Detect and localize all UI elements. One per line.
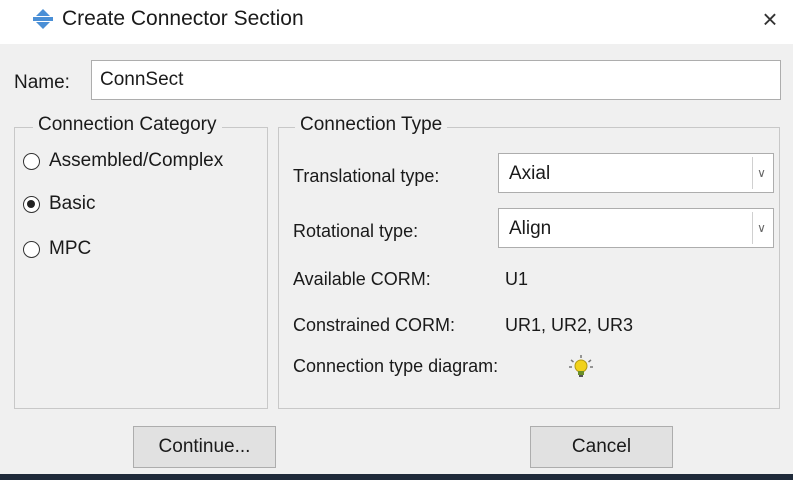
close-button[interactable]: × bbox=[755, 4, 785, 34]
cancel-button[interactable]: Cancel bbox=[530, 426, 673, 468]
available-corm-value: U1 bbox=[505, 269, 529, 289]
name-label: Name: bbox=[14, 72, 70, 93]
radio-label: Basic bbox=[49, 193, 96, 214]
connection-category-title: Connection Category bbox=[33, 114, 222, 136]
translational-type-label: Translational type: bbox=[293, 166, 440, 186]
translational-type-select[interactable]: Axial ∨ bbox=[498, 153, 774, 193]
connection-category-group: Connection Category Assembled/Complex Ba… bbox=[14, 114, 268, 409]
radio-button[interactable] bbox=[23, 152, 40, 170]
diagram-label: Connection type diagram: bbox=[293, 356, 499, 376]
radio-label: MPC bbox=[49, 238, 92, 259]
connection-type-title: Connection Type bbox=[295, 114, 448, 136]
radio-assembled-complex[interactable]: Assembled/Complex bbox=[23, 150, 223, 172]
rotational-type-select[interactable]: Align ∨ bbox=[498, 208, 774, 248]
radio-basic[interactable]: Basic bbox=[23, 193, 95, 215]
rotational-type-label: Rotational type: bbox=[293, 221, 419, 241]
chevron-down-icon[interactable]: ∨ bbox=[752, 212, 770, 244]
name-input[interactable] bbox=[91, 60, 781, 100]
available-corm-label: Available CORM: bbox=[293, 269, 431, 289]
connection-type-group: Connection Type Translational type: Axia… bbox=[278, 114, 780, 409]
connector-section-icon bbox=[33, 9, 53, 29]
chevron-down-icon[interactable]: ∨ bbox=[752, 157, 770, 189]
constrained-corm-label: Constrained CORM: bbox=[293, 315, 456, 335]
window-title: Create Connector Section bbox=[62, 7, 304, 30]
translational-type-value: Axial bbox=[509, 163, 551, 184]
radio-button-checked[interactable] bbox=[23, 195, 40, 213]
continue-button[interactable]: Continue... bbox=[133, 426, 276, 468]
taskbar-edge bbox=[0, 474, 793, 480]
constrained-corm-value: UR1, UR2, UR3 bbox=[505, 315, 634, 335]
title-bar: Create Connector Section × bbox=[0, 0, 793, 44]
rotational-type-value: Align bbox=[509, 218, 552, 239]
lightbulb-icon[interactable] bbox=[568, 354, 594, 380]
radio-button[interactable] bbox=[23, 240, 40, 258]
radio-label: Assembled/Complex bbox=[49, 150, 224, 171]
radio-mpc[interactable]: MPC bbox=[23, 238, 91, 260]
